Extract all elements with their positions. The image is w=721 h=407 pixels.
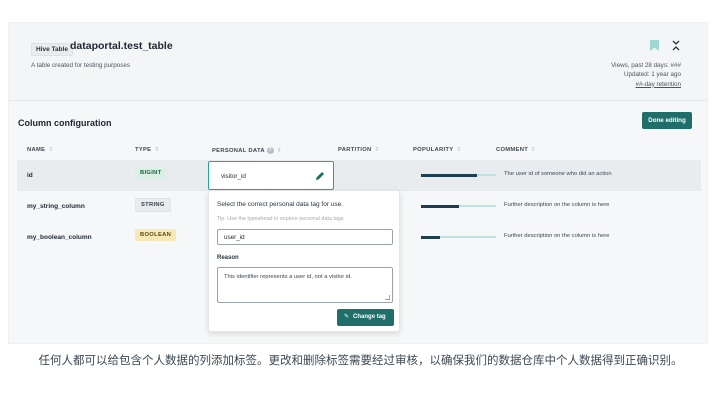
section-title: Column configuration	[18, 118, 112, 128]
popularity-bar	[421, 235, 496, 239]
tag-typeahead-input[interactable]: user_id	[217, 229, 393, 245]
views-stat: Views, past 28 days: ###	[611, 62, 681, 69]
column-name: my_boolean_column	[27, 234, 92, 241]
sort-icon: ⇳	[531, 147, 537, 153]
column-header-personal-data[interactable]: PERSONAL DATA? ⇳	[212, 147, 282, 154]
caption: 任何人都可以给包含个人数据的列添加标签。更改和删除标签需要经过审核，以确保我们的…	[38, 353, 683, 367]
type-badge: BOOLEAN	[135, 229, 177, 241]
column-header-partition[interactable]: PARTITION ⇳	[338, 147, 380, 153]
table-description: A table created for testing purposes	[31, 62, 131, 69]
column-name: my_string_column	[27, 203, 85, 210]
help-icon[interactable]: ?	[266, 147, 274, 154]
table-header: Hive Table dataportal.test_table A table…	[9, 23, 707, 101]
sort-icon: ⇳	[374, 147, 380, 153]
column-comment: The user id of someone who did an action	[504, 171, 612, 177]
tag-editor-popover: Select the correct personal data tag for…	[208, 190, 400, 332]
tag-typeahead-value: user_id	[224, 234, 245, 241]
reason-textarea[interactable]: This identifier represents a user id, no…	[217, 267, 393, 303]
pencil-icon[interactable]	[315, 171, 325, 181]
retention-link[interactable]: ##-day retention	[611, 80, 681, 89]
type-badge: STRING	[135, 198, 171, 212]
sort-icon: ⇳	[456, 147, 462, 153]
popularity-fill	[421, 204, 459, 208]
reason-label: Reason	[217, 255, 239, 261]
type-badge: BIGINT	[135, 167, 167, 179]
table-stats: Views, past 28 days: ### Updated: 1 year…	[611, 61, 681, 89]
column-header-name[interactable]: NAME ⇳	[27, 147, 53, 153]
column-header-type[interactable]: TYPE ⇳	[135, 147, 160, 153]
popularity-fill	[421, 173, 478, 177]
reason-text: This identifier represents a user id, no…	[224, 274, 352, 280]
done-editing-button[interactable]: Done editing	[642, 112, 692, 129]
column-name: id	[27, 172, 33, 179]
popularity-bar	[421, 204, 496, 208]
personal-data-tag-value: visitor_id	[221, 173, 246, 180]
sort-icon: ⇳	[48, 147, 54, 153]
change-tag-button[interactable]: ✎ Change tag	[337, 309, 394, 326]
collapse-icon[interactable]	[672, 40, 680, 51]
change-tag-label: Change tag	[353, 314, 386, 320]
tag-instruction: Select the correct personal data tag for…	[217, 201, 344, 208]
popularity-bar	[421, 173, 496, 177]
updated-stat: Updated: 1 year ago	[623, 71, 681, 79]
resize-handle-icon[interactable]	[385, 295, 390, 300]
popularity-fill	[421, 235, 440, 239]
bookmark-icon[interactable]	[650, 40, 659, 51]
page-title: dataportal.test_table	[70, 40, 173, 52]
app-frame: Hive Table dataportal.test_table A table…	[8, 22, 708, 344]
column-header-popularity[interactable]: POPULARITY ⇳	[413, 147, 462, 153]
sort-icon: ⇳	[154, 147, 160, 153]
column-header-comment[interactable]: COMMENT ⇳	[496, 147, 536, 153]
table-row: id BIGINT The user id of someone who did…	[17, 160, 701, 191]
table-type-badge: Hive Table	[31, 43, 74, 56]
sort-icon: ⇳	[276, 148, 283, 155]
column-comment: Further description on the column is her…	[504, 233, 610, 239]
personal-data-tag-field[interactable]: visitor_id	[208, 161, 334, 190]
tag-tip: Tip: Use the typeahead to explore person…	[217, 216, 344, 222]
pencil-icon: ✎	[344, 314, 350, 320]
column-comment: Further description on the column is her…	[504, 202, 610, 208]
